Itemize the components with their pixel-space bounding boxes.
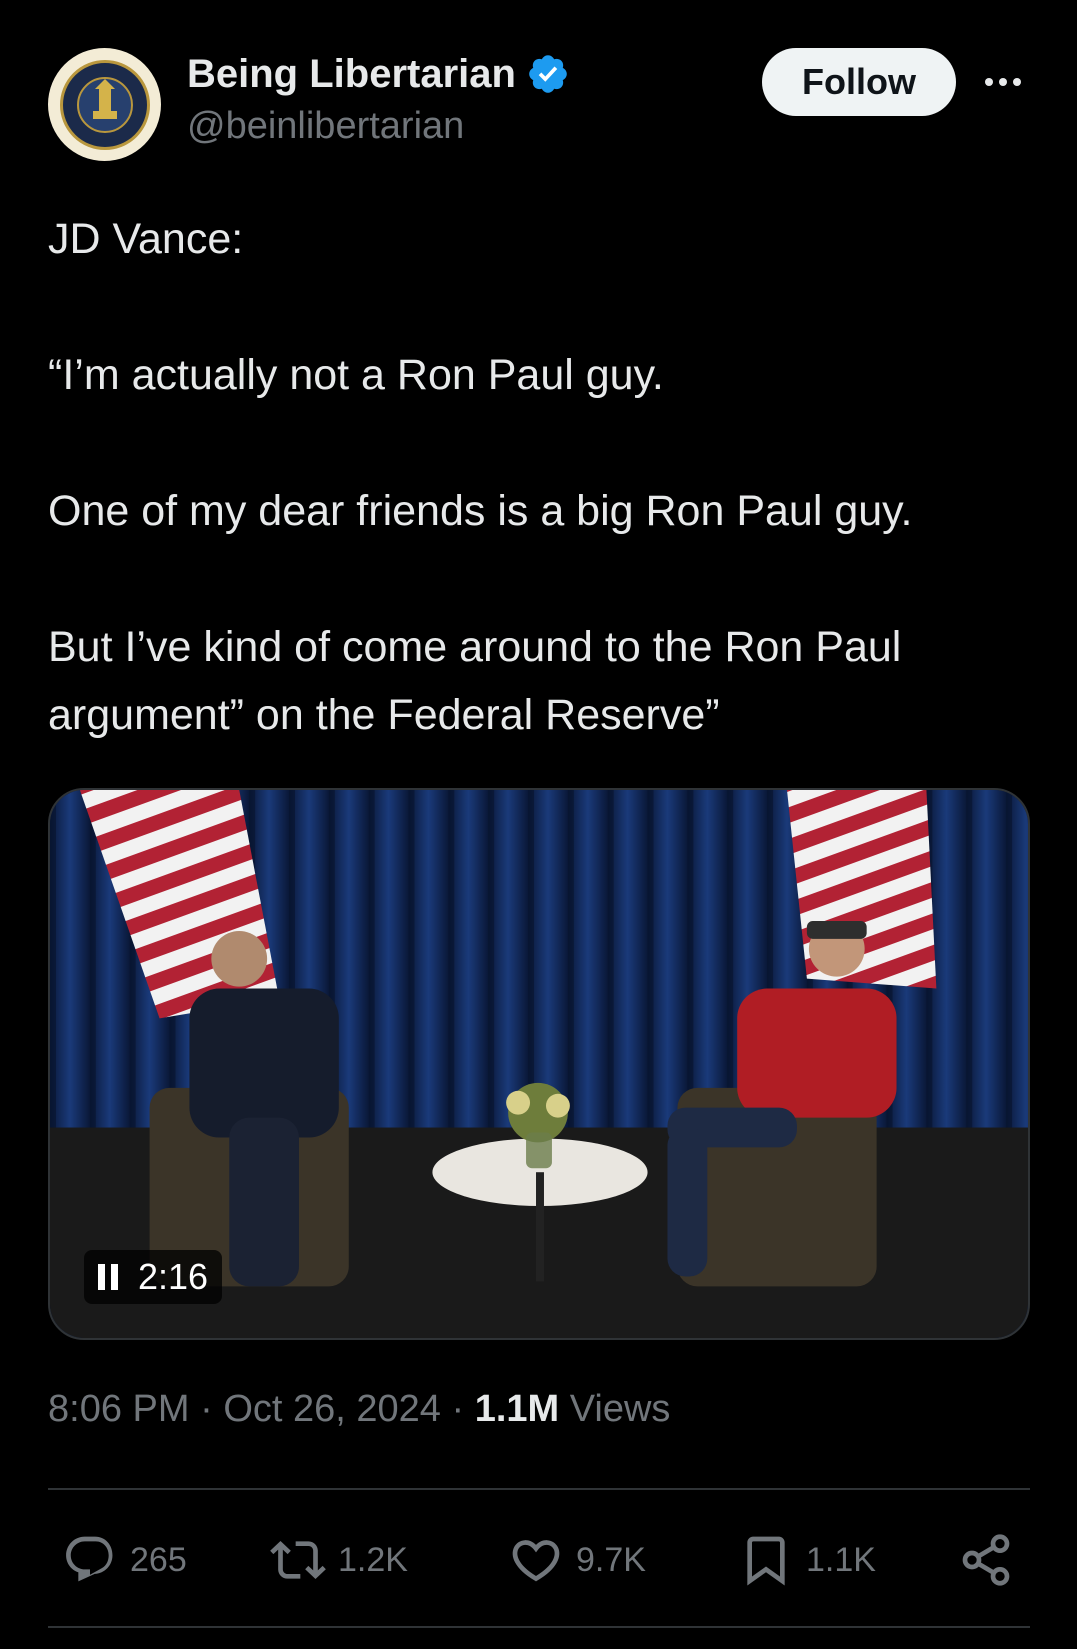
meta-separator: · <box>451 1388 465 1430</box>
verified-badge-icon <box>529 55 567 93</box>
views-count: 1.1M <box>474 1388 560 1430</box>
video-player[interactable]: 2:16 <box>48 788 1030 1340</box>
video-time: 2:16 <box>138 1256 209 1297</box>
like-count: 9.7K <box>576 1540 646 1579</box>
bookmark-count: 1.1K <box>806 1540 876 1579</box>
like-button[interactable]: 9.7K <box>508 1520 646 1600</box>
display-name[interactable]: Being Libertarian <box>187 50 570 98</box>
tweet-header: Being Libertarian @beinlibertarian Follo… <box>48 48 1029 164</box>
bookmark-icon <box>747 1536 785 1586</box>
action-bar: 265 1.2K 9.7K 1.1K <box>48 1520 1030 1600</box>
repost-count: 1.2K <box>338 1540 408 1579</box>
meta-separator: · <box>200 1388 213 1430</box>
share-button[interactable] <box>958 1520 1014 1600</box>
avatar[interactable] <box>48 48 161 161</box>
repost-icon <box>270 1541 326 1579</box>
bookmark-button[interactable]: 1.1K <box>738 1520 876 1600</box>
tweet-meta: 8:06 PM · Oct 26, 2024 · 1.1M Views <box>48 1388 670 1431</box>
tweet-date[interactable]: Oct 26, 2024 <box>223 1388 441 1430</box>
reply-button[interactable]: 265 <box>62 1520 187 1600</box>
pause-icon[interactable] <box>98 1264 118 1290</box>
more-horizontal-icon[interactable] <box>978 64 1028 100</box>
video-time-control[interactable]: 2:16 <box>84 1250 223 1304</box>
being-libertarian-logo <box>59 59 150 150</box>
tweet-line: One of my dear friends is a big Ron Paul… <box>48 487 913 535</box>
reply-icon <box>66 1536 113 1582</box>
repost-button[interactable]: 1.2K <box>270 1520 408 1600</box>
display-name-text: Being Libertarian <box>187 52 516 96</box>
views-label: Views <box>569 1388 671 1430</box>
follow-button[interactable]: Follow <box>762 48 956 116</box>
tweet-line: JD Vance: <box>48 215 244 263</box>
heart-icon <box>512 1540 560 1582</box>
tweet-time[interactable]: 8:06 PM <box>48 1388 190 1430</box>
tweet-line: “I’m actually not a Ron Paul guy. <box>48 351 664 399</box>
divider <box>48 1626 1030 1628</box>
divider <box>48 1488 1030 1490</box>
tweet-text: JD Vance: “I’m actually not a Ron Paul g… <box>48 205 1038 749</box>
share-icon <box>962 1534 1010 1586</box>
reply-count: 265 <box>130 1540 187 1579</box>
tweet-line: But I’ve kind of come around to the Ron … <box>48 623 902 739</box>
handle[interactable]: @beinlibertarian <box>187 104 570 150</box>
